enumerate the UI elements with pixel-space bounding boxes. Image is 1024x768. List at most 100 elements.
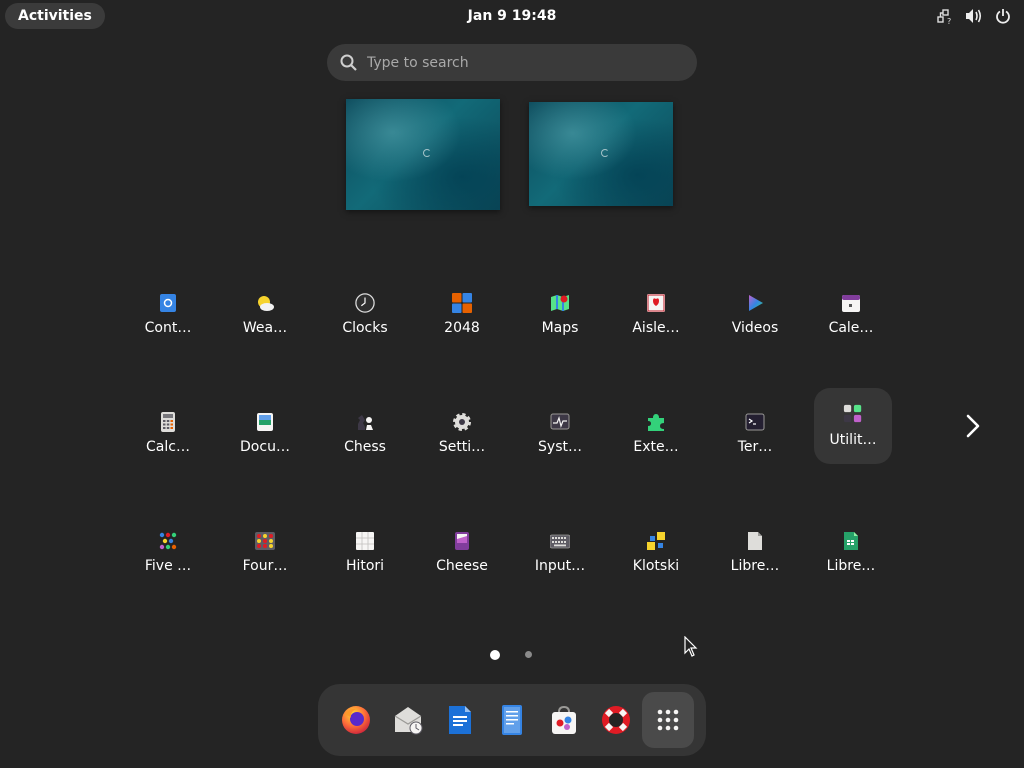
aisleriot-icon (647, 294, 665, 312)
app-libreoffice-calc[interactable]: Libre… (812, 514, 890, 590)
utilities-folder-icon (843, 404, 862, 423)
firefox-icon (342, 706, 370, 734)
contacts-icon (160, 294, 176, 312)
app-calculator[interactable]: Calc… (129, 395, 207, 471)
document-viewer-icon (257, 413, 273, 431)
debian-logo-icon (601, 148, 609, 157)
app-folder-utilities[interactable]: Utilit… (814, 388, 892, 464)
system-monitor-icon (550, 413, 570, 430)
dock-item-evolution[interactable] (382, 692, 434, 748)
search-icon (340, 54, 357, 71)
page-indicator-1[interactable] (490, 650, 500, 660)
app-label: Docu… (240, 439, 290, 455)
workspace-thumbnail-2[interactable] (529, 102, 673, 206)
app-weather[interactable]: Wea… (226, 276, 304, 352)
app-label: Cale… (828, 320, 874, 336)
app-clocks[interactable]: Clocks (326, 276, 404, 352)
dock-item-writer[interactable] (434, 692, 486, 748)
mouse-cursor-icon (684, 636, 698, 657)
clocks-icon (355, 293, 375, 313)
app-label: Four… (242, 558, 288, 574)
dock-item-software[interactable] (538, 692, 590, 748)
app-label: Exte… (633, 439, 679, 455)
search-entry[interactable] (327, 44, 697, 81)
app-settings[interactable]: Setti… (423, 395, 501, 471)
app-five-or-more[interactable]: Five … (129, 514, 207, 590)
app-contacts[interactable]: Cont… (129, 276, 207, 352)
page-indicator-2[interactable] (525, 651, 532, 658)
svg-text:?: ? (947, 17, 951, 24)
dock-item-text-editor[interactable] (486, 692, 538, 748)
dock-item-firefox[interactable] (330, 692, 382, 748)
clock-button[interactable]: Jan 9 19:48 (468, 8, 557, 24)
app-klotski[interactable]: Klotski (617, 514, 695, 590)
app-label: Five … (144, 558, 192, 574)
hitori-icon (356, 532, 374, 550)
app-cheese[interactable]: Cheese (423, 514, 501, 590)
app-label: Cont… (144, 320, 192, 336)
app-document-viewer[interactable]: Docu… (226, 395, 304, 471)
chevron-right-icon[interactable] (962, 414, 984, 438)
network-icon[interactable]: ? (936, 7, 954, 25)
app-input-method[interactable]: Input… (521, 514, 599, 590)
debian-logo-icon (423, 148, 431, 157)
app-libreoffice-draw[interactable]: Libre… (716, 514, 794, 590)
app-label: Aisle… (632, 320, 680, 336)
five-or-more-icon (159, 532, 177, 550)
app-label: Cheese (436, 558, 488, 574)
top-bar: Activities Jan 9 19:48 ? (0, 0, 1024, 32)
four-in-a-row-icon (255, 532, 275, 550)
app-videos[interactable]: Videos (716, 276, 794, 352)
volume-icon[interactable] (965, 7, 983, 25)
calendar-icon (842, 295, 860, 312)
system-tray[interactable]: ? (936, 7, 1012, 25)
app-label: Chess (344, 439, 386, 455)
app-maps[interactable]: Maps (521, 276, 599, 352)
app-chess[interactable]: Chess (326, 395, 404, 471)
app-label: Klotski (632, 558, 680, 574)
app-extensions[interactable]: Exte… (617, 395, 695, 471)
app-label: Libre… (826, 558, 876, 574)
app-label: Syst… (538, 439, 582, 455)
app-label: Calc… (146, 439, 190, 455)
app-label: Input… (534, 558, 586, 574)
libreoffice-calc-icon (844, 532, 858, 550)
workspace-thumbnail-1[interactable] (346, 99, 500, 210)
app-label: Clocks (342, 320, 388, 336)
libreoffice-draw-icon (748, 532, 762, 550)
app-system-monitor[interactable]: Syst… (521, 395, 599, 471)
software-center-icon (552, 705, 576, 734)
app-aisleriot[interactable]: Aisle… (617, 276, 695, 352)
app-label: Hitori (345, 558, 385, 574)
help-icon (602, 706, 630, 734)
settings-icon (453, 413, 471, 431)
app-hitori[interactable]: Hitori (326, 514, 404, 590)
search-input[interactable] (367, 44, 687, 81)
power-icon[interactable] (994, 7, 1012, 25)
show-apps-button[interactable] (642, 692, 694, 748)
terminal-icon (745, 413, 765, 431)
videos-icon (749, 295, 763, 311)
maps-icon (551, 295, 569, 311)
dock-item-help[interactable] (590, 692, 642, 748)
calculator-icon (161, 412, 175, 432)
app-label: Videos (731, 320, 779, 336)
app-terminal[interactable]: Ter… (716, 395, 794, 471)
evolution-mail-icon (394, 707, 423, 735)
app-four-in-a-row[interactable]: Four… (226, 514, 304, 590)
cheese-icon (455, 532, 469, 550)
input-method-icon (550, 534, 570, 549)
klotski-icon (647, 532, 665, 550)
app-label: Wea… (242, 320, 288, 336)
2048-icon (452, 293, 472, 313)
activities-button[interactable]: Activities (5, 3, 105, 29)
weather-icon (258, 296, 274, 311)
clock: Jan 9 19:48 (0, 0, 1024, 32)
app-label: 2048 (444, 320, 480, 336)
app-label: Maps (541, 320, 579, 336)
app-label: Ter… (737, 439, 773, 455)
app-2048[interactable]: 2048 (423, 276, 501, 352)
app-calendar[interactable]: Cale… (812, 276, 890, 352)
libreoffice-writer-icon (449, 706, 471, 734)
show-apps-icon (657, 709, 679, 731)
